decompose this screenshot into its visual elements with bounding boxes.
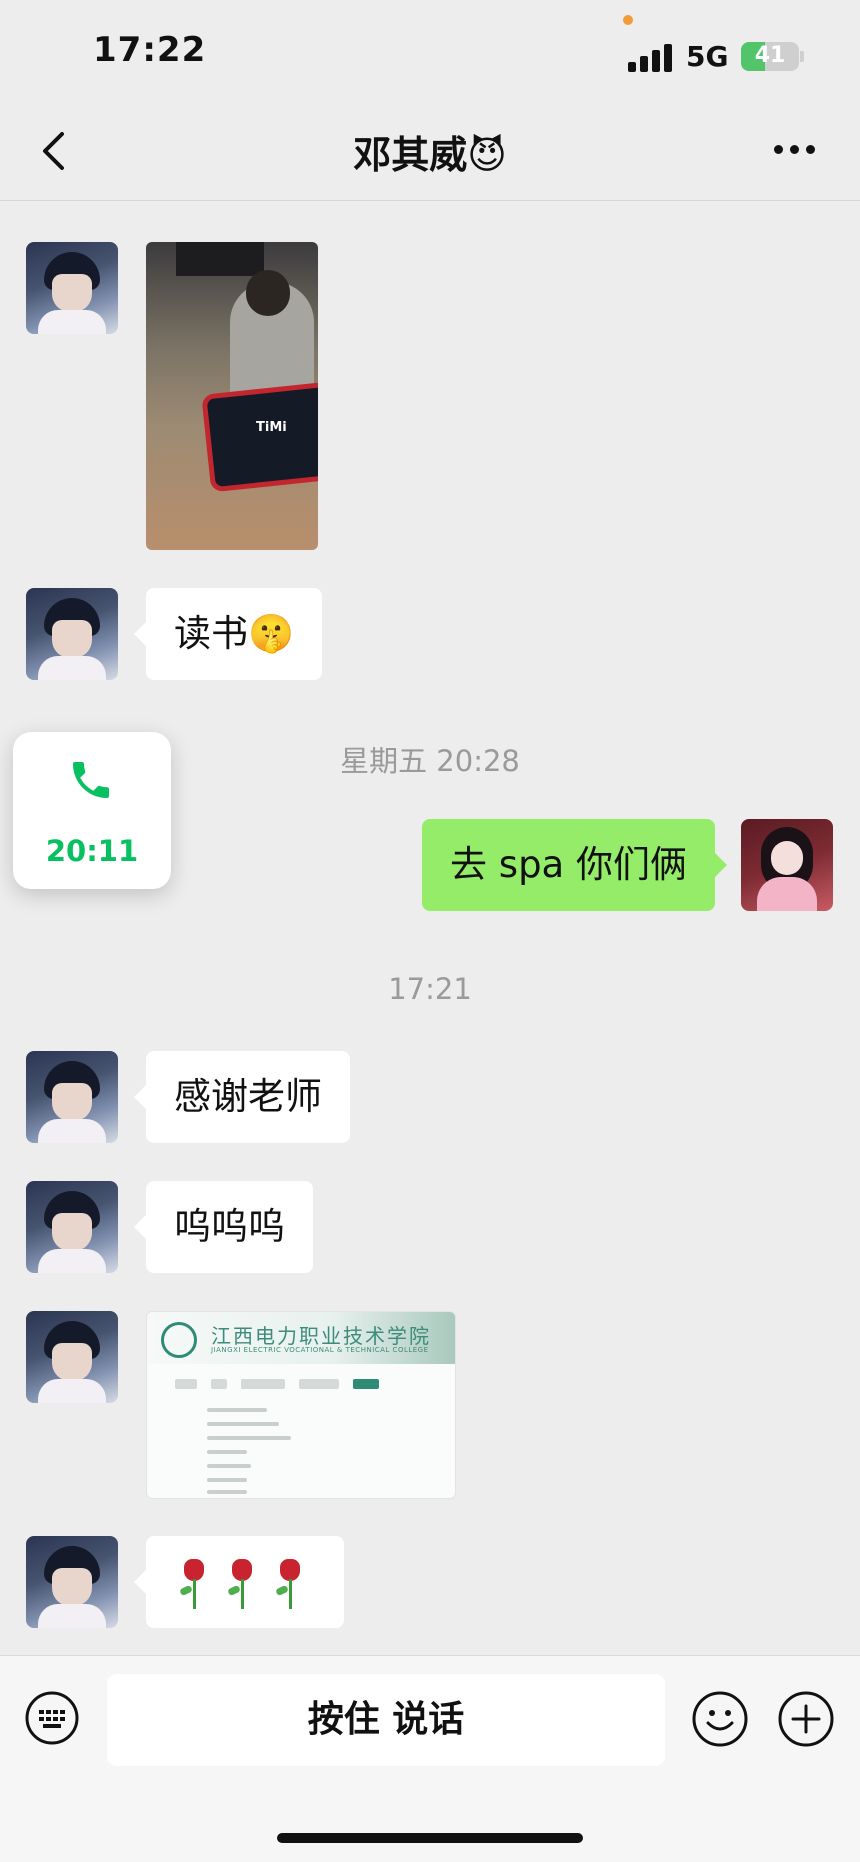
message-text: 呜呜呜 — [174, 1205, 285, 1248]
photo-logo-text: TiMi — [256, 420, 287, 435]
hold-to-talk-button[interactable]: 按住 说话 — [107, 1674, 665, 1766]
doc-tabs — [175, 1374, 393, 1393]
avatar[interactable] — [26, 1051, 118, 1143]
message-text: 感谢老师 — [174, 1075, 322, 1118]
battery-tip — [800, 51, 804, 62]
chat-title: 邓其威😈 — [353, 133, 507, 177]
photo-message[interactable]: TiMi — [146, 242, 318, 550]
privacy-indicator-dot — [623, 15, 633, 25]
college-logo-icon — [161, 1322, 197, 1358]
sent-message-bubble[interactable]: 去 spa 你们俩 — [422, 819, 727, 911]
emoji-icon[interactable] — [691, 1690, 749, 1748]
battery-level: 41 — [754, 43, 786, 68]
plus-icon[interactable] — [777, 1690, 835, 1748]
status-time: 17:22 — [93, 30, 207, 70]
my-avatar[interactable] — [741, 819, 833, 911]
rose-icon — [274, 1558, 304, 1609]
screenshot-message[interactable]: 江西电力职业技术学院 JIANGXI ELECTRIC VOCATIONAL &… — [146, 1311, 456, 1499]
rose-icon — [178, 1558, 208, 1609]
call-duration: 20:11 — [45, 834, 139, 868]
doc-title-cn: 江西电力职业技术学院 — [211, 1324, 431, 1348]
home-indicator[interactable] — [277, 1833, 583, 1843]
more-dots-icon[interactable] — [770, 140, 820, 160]
message-bubble[interactable] — [134, 1536, 344, 1628]
avatar[interactable] — [26, 242, 118, 334]
battery-icon: 41 — [741, 42, 799, 71]
doc-title-en: JIANGXI ELECTRIC VOCATIONAL & TECHNICAL … — [211, 1346, 429, 1354]
avatar[interactable] — [26, 1181, 118, 1273]
message-text: 去 spa 你们俩 — [450, 843, 687, 886]
avatar[interactable] — [26, 1536, 118, 1628]
signal-icon — [628, 42, 674, 72]
avatar[interactable] — [26, 588, 118, 680]
rose-icon — [226, 1558, 256, 1609]
message-bubble[interactable]: 感谢老师 — [134, 1051, 350, 1143]
keyboard-icon[interactable] — [24, 1690, 80, 1746]
network-type: 5G — [686, 40, 729, 73]
message-text: 读书🤫 — [174, 612, 295, 655]
phone-icon[interactable] — [67, 756, 115, 804]
timestamp: 17:21 — [388, 972, 472, 1006]
avatar[interactable] — [26, 1311, 118, 1403]
message-bubble[interactable]: 读书🤫 — [133, 588, 323, 680]
message-bubble[interactable]: 呜呜呜 — [134, 1181, 313, 1273]
